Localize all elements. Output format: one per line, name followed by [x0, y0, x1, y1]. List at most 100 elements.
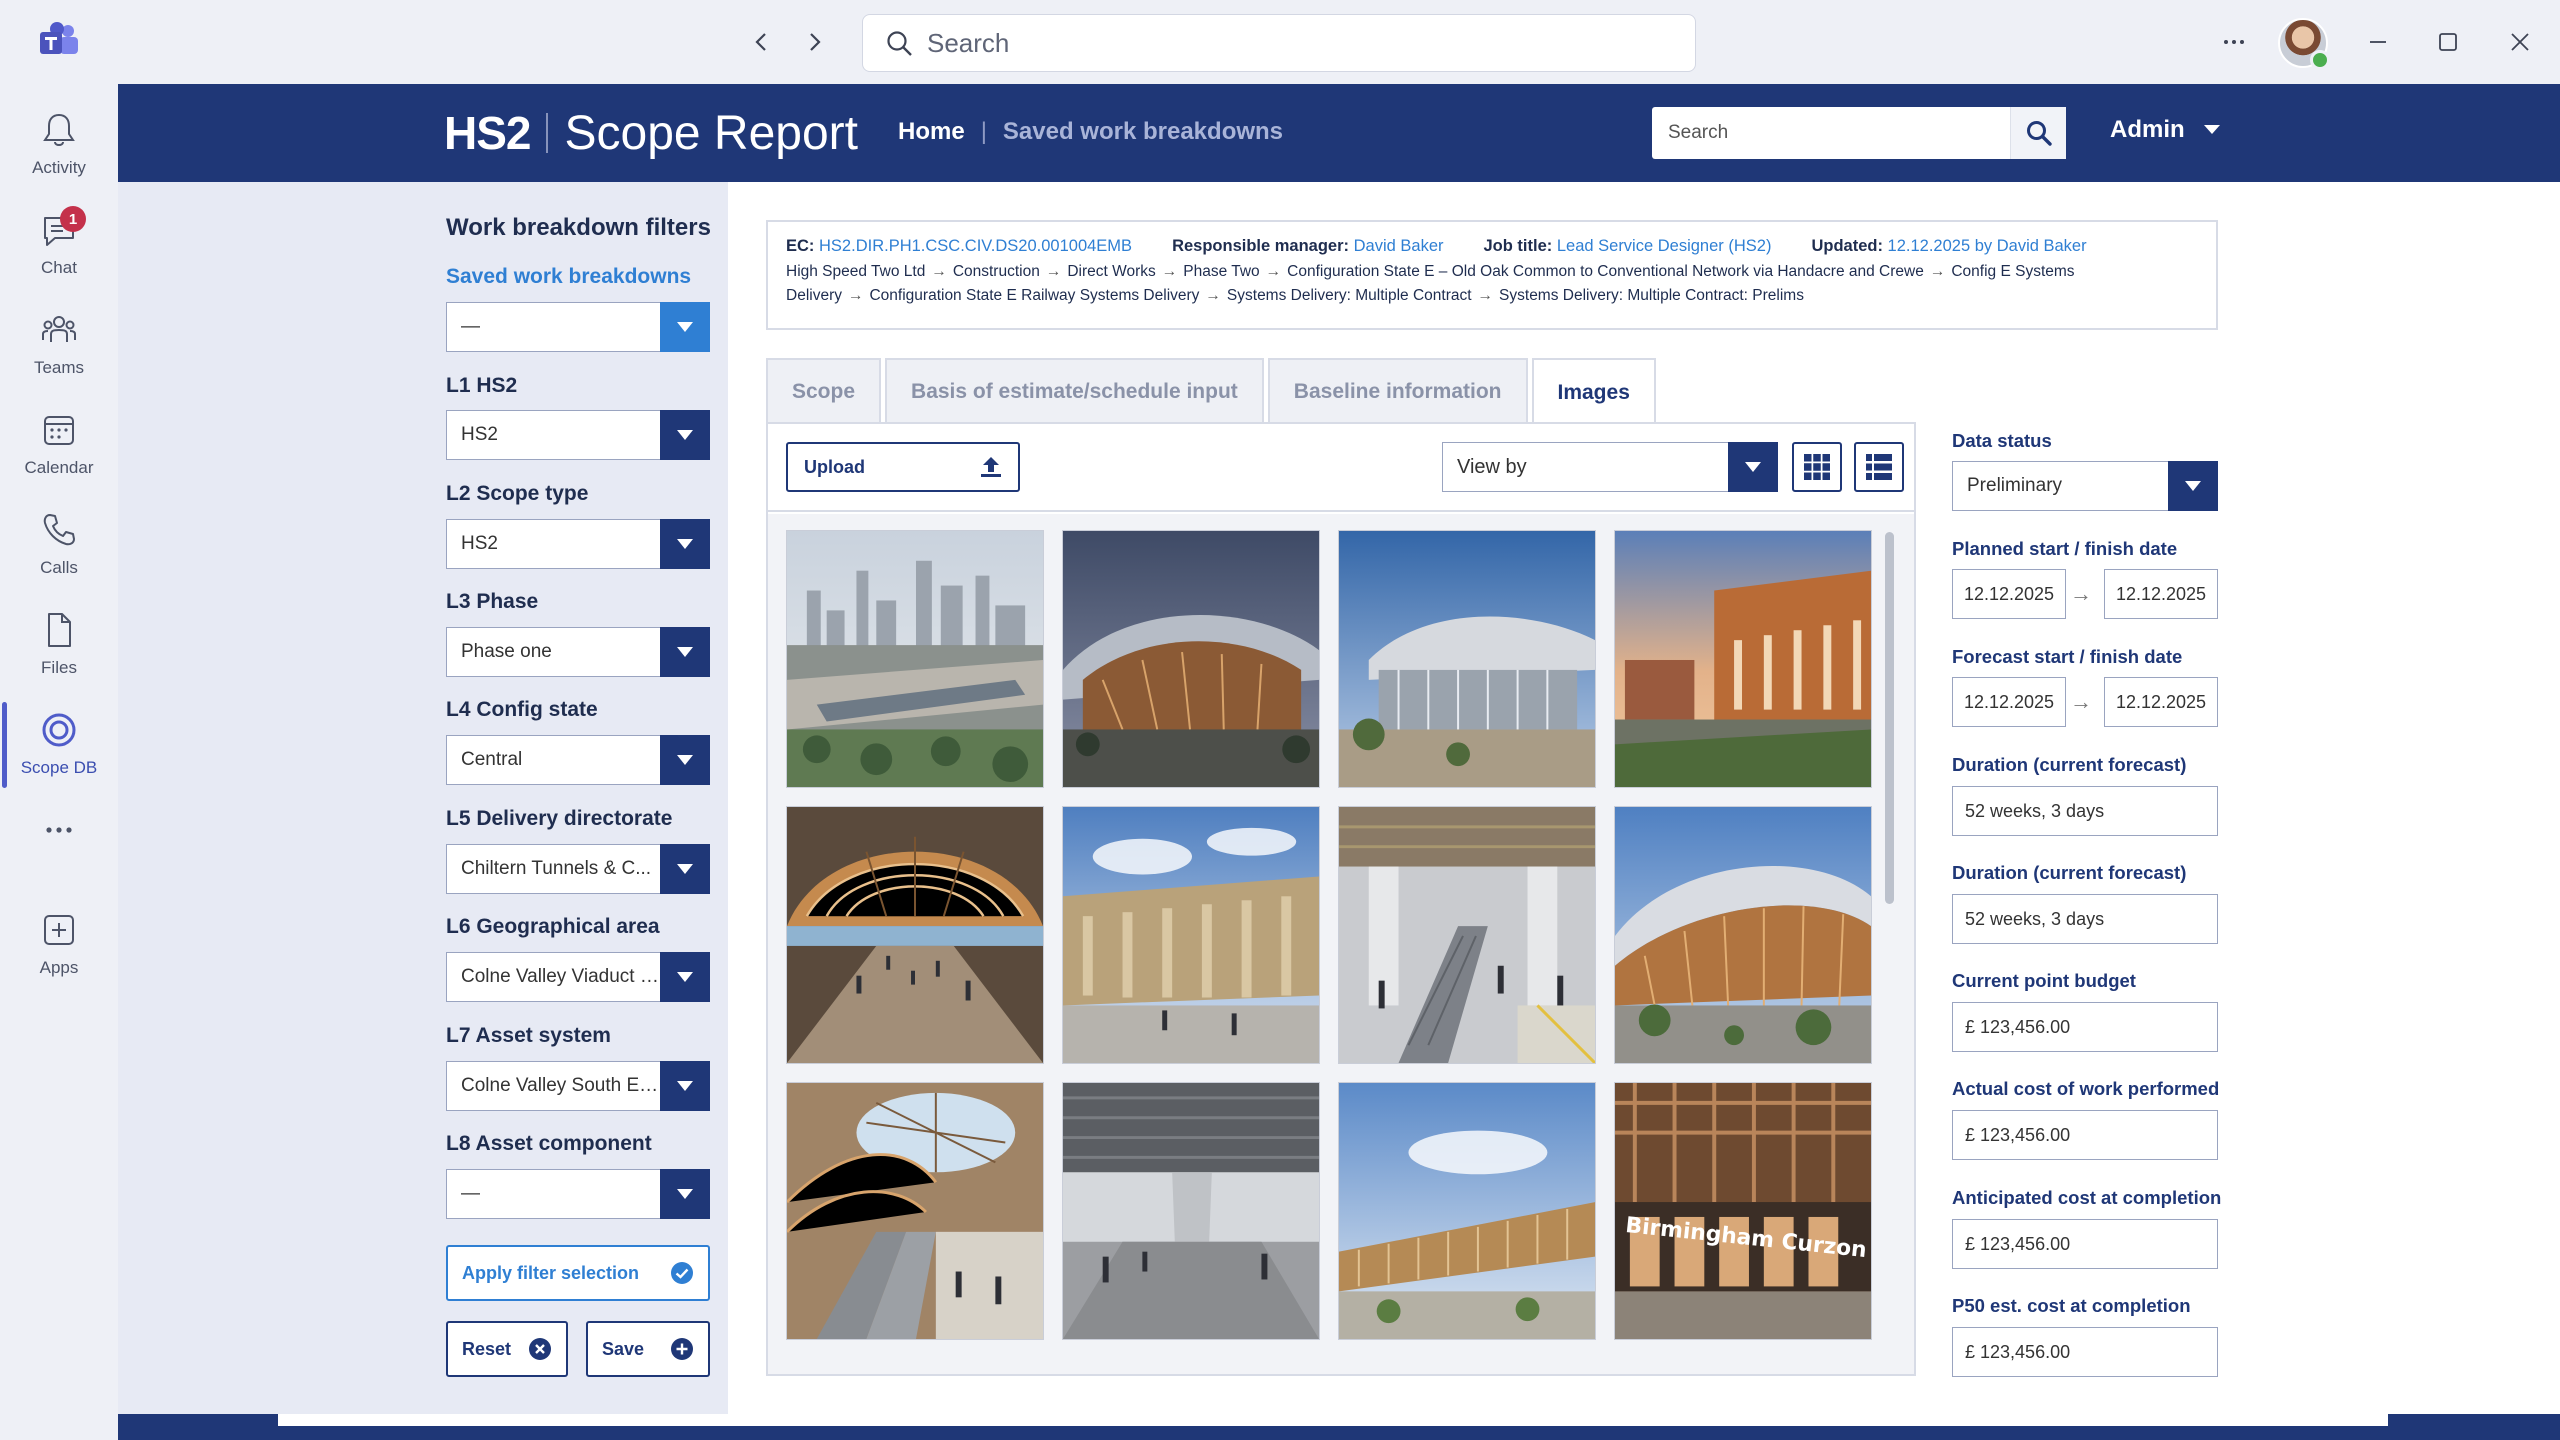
- image-thumbnail[interactable]: [1062, 530, 1320, 788]
- rail-item-chat[interactable]: 1 Chat: [0, 200, 118, 296]
- nav-saved-breakdowns-link[interactable]: Saved work breakdowns: [1003, 118, 1283, 146]
- save-button[interactable]: Save: [586, 1321, 710, 1377]
- nav-separator: |: [980, 118, 987, 145]
- rail-item-more[interactable]: [0, 800, 118, 870]
- teams-logo-icon[interactable]: [38, 22, 80, 60]
- breadcrumb-item[interactable]: High Speed Two Ltd: [786, 263, 925, 280]
- list-icon: [1866, 454, 1892, 480]
- p50-cost-field[interactable]: £ 123,456.00: [1952, 1327, 2218, 1377]
- job-value[interactable]: Lead Service Designer (HS2): [1557, 237, 1772, 255]
- image-thumbnail[interactable]: [1614, 806, 1872, 1064]
- breadcrumb-item[interactable]: Construction: [953, 263, 1040, 280]
- reset-button[interactable]: Reset: [446, 1321, 568, 1377]
- image-thumbnail[interactable]: [1062, 806, 1320, 1064]
- image-thumbnail[interactable]: [786, 530, 1044, 788]
- image-thumbnail[interactable]: [1614, 530, 1872, 788]
- user-menu[interactable]: Admin: [2110, 116, 2221, 144]
- breadcrumb-item[interactable]: Configuration State E – Old Oak Common t…: [1287, 263, 1924, 280]
- grid-view-button[interactable]: [1792, 442, 1842, 492]
- teams-search-input[interactable]: Search: [862, 14, 1696, 72]
- breadcrumb-item[interactable]: Systems Delivery: Multiple Contract: Pre…: [1499, 287, 1804, 304]
- filter-dropdown-l1[interactable]: HS2: [446, 410, 710, 460]
- apps-icon: [44, 915, 74, 945]
- ec-value[interactable]: HS2.DIR.PH1.CSC.CIV.DS20.001004EMB: [819, 237, 1132, 255]
- planned-start-input[interactable]: 12.12.2025: [1952, 569, 2066, 619]
- image-thumbnail[interactable]: [1338, 806, 1596, 1064]
- rail-item-teams[interactable]: Teams: [0, 300, 118, 396]
- filter-dropdown-l2[interactable]: HS2: [446, 519, 710, 569]
- rail-item-calendar[interactable]: Calendar: [0, 400, 118, 496]
- filter-label-l6: L6 Geographical area: [446, 915, 660, 938]
- tab-baseline-information[interactable]: Baseline information: [1267, 358, 1528, 424]
- rail-item-activity[interactable]: Activity: [0, 100, 118, 196]
- images-toolbar: Upload View by: [768, 424, 1914, 512]
- updated-value[interactable]: 12.12.2025 by David Baker: [1888, 237, 2087, 255]
- chevron-down-icon: [660, 844, 710, 894]
- dropdown-value: —: [461, 316, 480, 337]
- filter-dropdown-l7[interactable]: Colne Valley South Em...: [446, 1061, 710, 1111]
- more-options-icon[interactable]: [2214, 22, 2254, 62]
- apply-filter-label: Apply filter selection: [462, 1262, 640, 1283]
- anticipated-cost-field[interactable]: £ 123,456.00: [1952, 1219, 2218, 1269]
- rail-item-files[interactable]: Files: [0, 600, 118, 696]
- breadcrumb-item[interactable]: Configuration State E Railway Systems De…: [869, 287, 1199, 304]
- rail-item-scope-db[interactable]: Scope DB: [0, 700, 118, 796]
- image-thumbnail[interactable]: [1338, 530, 1596, 788]
- filter-dropdown-l6[interactable]: Colne Valley Viaduct &...: [446, 952, 710, 1002]
- image-thumbnail[interactable]: [786, 1082, 1044, 1340]
- scrollbar-thumb[interactable]: [1885, 532, 1894, 904]
- duration-field[interactable]: 52 weeks, 3 days: [1952, 894, 2218, 944]
- image-thumbnail[interactable]: [786, 806, 1044, 1064]
- manager-value[interactable]: David Baker: [1354, 237, 1444, 255]
- filter-dropdown-l8[interactable]: —: [446, 1169, 710, 1219]
- actual-cost-field[interactable]: £ 123,456.00: [1952, 1110, 2218, 1160]
- app-title: Scope Report: [564, 106, 858, 160]
- rail-label: Files: [41, 658, 77, 677]
- header-search-button[interactable]: [2010, 107, 2066, 159]
- brand[interactable]: HS2 Scope Report: [444, 106, 858, 160]
- back-arrow-icon[interactable]: [742, 24, 782, 60]
- breadcrumb-item[interactable]: Phase Two: [1183, 263, 1259, 280]
- image-thumbnail[interactable]: Birmingham Curzon Street: [1614, 1082, 1872, 1340]
- upload-button[interactable]: Upload: [786, 442, 1020, 492]
- check-circle-icon: [671, 1262, 693, 1284]
- image-thumbnail[interactable]: [1338, 1082, 1596, 1340]
- planned-finish-input[interactable]: 12.12.2025: [2104, 569, 2218, 619]
- filter-dropdown-l3[interactable]: Phase one: [446, 627, 710, 677]
- saved-breakdowns-dropdown[interactable]: —: [446, 302, 710, 352]
- data-status-dropdown[interactable]: Preliminary: [1952, 461, 2218, 511]
- filter-dropdown-l4[interactable]: Central: [446, 735, 710, 785]
- dropdown-value: Phase one: [461, 641, 552, 662]
- apply-filter-button[interactable]: Apply filter selection: [446, 1245, 710, 1301]
- chevron-down-icon: [660, 302, 710, 352]
- rail-label: Apps: [39, 958, 79, 977]
- budget-label: Current point budget: [1952, 970, 2136, 991]
- arrow-right-icon: →: [2070, 581, 2092, 606]
- user-avatar[interactable]: [2278, 18, 2330, 70]
- filters-title: Work breakdown filters: [446, 214, 711, 241]
- rail-item-apps[interactable]: Apps: [0, 900, 118, 996]
- rail-item-calls[interactable]: Calls: [0, 500, 118, 596]
- breadcrumb-item[interactable]: Direct Works: [1067, 263, 1155, 280]
- forecast-finish-input[interactable]: 12.12.2025: [2104, 677, 2218, 727]
- duration-field[interactable]: 52 weeks, 3 days: [1952, 786, 2218, 836]
- filter-dropdown-l5[interactable]: Chiltern Tunnels & C...: [446, 844, 710, 894]
- close-icon[interactable]: [2500, 22, 2540, 62]
- list-view-button[interactable]: [1854, 442, 1904, 492]
- tab-scope[interactable]: Scope: [766, 358, 882, 424]
- nav-home-link[interactable]: Home: [898, 118, 965, 146]
- forward-arrow-icon[interactable]: [794, 24, 834, 60]
- tab-basis-of-estimate[interactable]: Basis of estimate/schedule input: [885, 358, 1264, 424]
- minimize-icon[interactable]: [2358, 22, 2398, 62]
- gallery-scrollbar[interactable]: [1882, 532, 1896, 1352]
- header-search-input[interactable]: [1668, 119, 1998, 147]
- forecast-start-input[interactable]: 12.12.2025: [1952, 677, 2066, 727]
- tab-images[interactable]: Images: [1531, 358, 1656, 426]
- budget-field[interactable]: £ 123,456.00: [1952, 1002, 2218, 1052]
- chevron-down-icon: [660, 410, 710, 460]
- breadcrumb-item[interactable]: Systems Delivery: Multiple Contract: [1227, 287, 1472, 304]
- view-by-dropdown[interactable]: View by: [1442, 442, 1778, 492]
- image-thumbnail[interactable]: [1062, 1082, 1320, 1340]
- maximize-icon[interactable]: [2428, 22, 2468, 62]
- upload-icon: [981, 457, 1001, 477]
